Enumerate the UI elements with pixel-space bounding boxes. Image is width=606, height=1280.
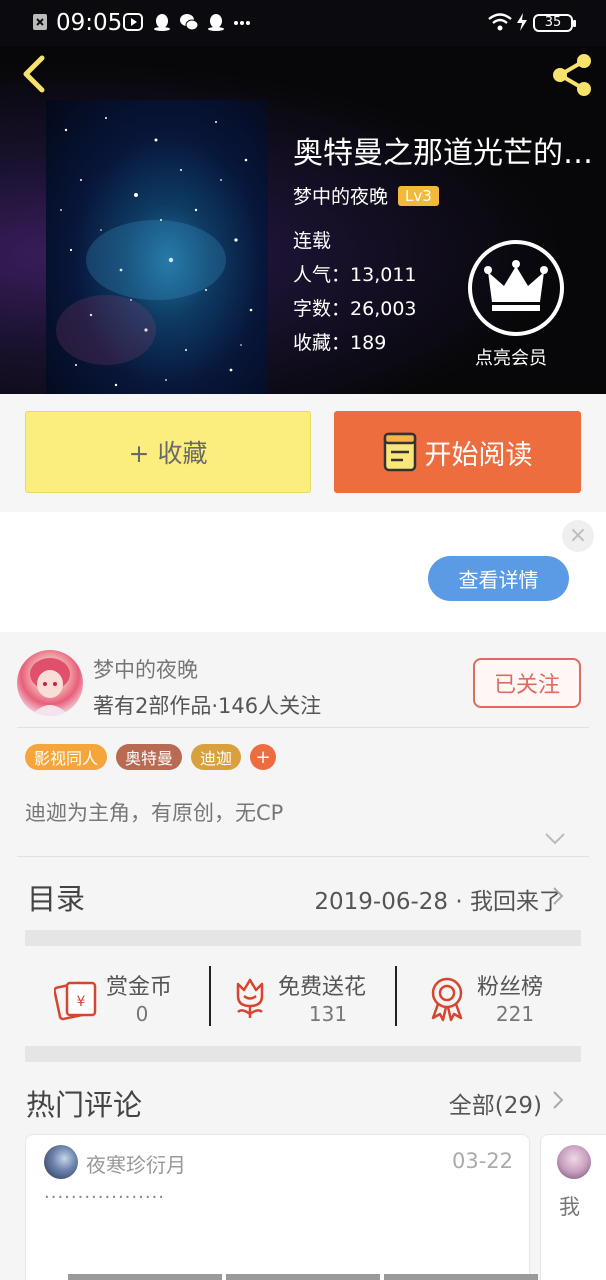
svg-text:¥: ¥ bbox=[77, 994, 86, 1010]
status-time: 09:05 bbox=[56, 10, 123, 36]
starfield-image bbox=[56, 117, 253, 387]
medal-icon bbox=[431, 977, 463, 1022]
tag-item[interactable]: 迪迦 bbox=[191, 744, 242, 770]
status-bar: 09:05 35 bbox=[0, 0, 606, 46]
vip-crown-button[interactable] bbox=[468, 240, 564, 336]
book-icon bbox=[383, 432, 416, 472]
book-title: 奥特曼之那道光芒的… bbox=[293, 136, 593, 171]
qq-icon-2 bbox=[208, 14, 224, 31]
latest-chapter: 2019-06-28 · 我回来了 bbox=[314, 889, 562, 915]
share-icon[interactable] bbox=[548, 52, 598, 98]
author-avatar[interactable] bbox=[17, 650, 83, 716]
pager-bar bbox=[68, 1274, 222, 1280]
video-app-icon bbox=[123, 13, 143, 31]
favorites-value: 189 bbox=[350, 332, 387, 354]
comment-card[interactable]: 我 bbox=[540, 1134, 606, 1280]
book-cover[interactable] bbox=[46, 100, 268, 394]
book-summary: 迪迦为主角，有原创，无CP bbox=[25, 801, 284, 825]
start-reading-label: 开始阅读 bbox=[424, 439, 533, 471]
book-status: 连载 bbox=[293, 230, 332, 252]
author-level-badge: Lv3 bbox=[398, 185, 439, 206]
catalog-title: 目录 bbox=[27, 882, 86, 916]
all-comments-link[interactable]: 全部(29) bbox=[449, 1086, 542, 1120]
favorites-row: 收藏：189 bbox=[293, 328, 386, 355]
popularity-row: 人气：13,011 bbox=[293, 260, 417, 287]
popularity-value: 13,011 bbox=[350, 264, 417, 286]
reward-flowers[interactable]: 免费送花 131 bbox=[228, 964, 388, 1030]
summary-divider bbox=[17, 856, 589, 857]
author-card: 梦中的夜晚 著有2部作品·146人关注 已关注 bbox=[0, 632, 606, 730]
hot-comments-header: 热门评论 全部(29) bbox=[0, 1062, 606, 1134]
qq-icon bbox=[154, 14, 170, 31]
commenter-avatar[interactable] bbox=[44, 1145, 78, 1179]
book-header: 奥特曼之那道光芒的… 梦中的夜晚 Lv3 连载 人气：13,011 字数：26,… bbox=[0, 46, 606, 394]
reward-separator bbox=[209, 966, 211, 1026]
comment-text: ·················· bbox=[44, 1187, 165, 1208]
book-author[interactable]: 梦中的夜晚 bbox=[293, 182, 388, 209]
reward-coins-value: 0 bbox=[135, 1002, 149, 1026]
popularity-label: 人气： bbox=[293, 264, 351, 286]
chevron-right-icon[interactable] bbox=[552, 1090, 564, 1110]
pager-bar bbox=[226, 1274, 380, 1280]
wifi-icon bbox=[488, 13, 512, 31]
wechat-icon bbox=[180, 14, 199, 31]
section-separator bbox=[25, 930, 581, 946]
ad-close-button[interactable]: × bbox=[562, 520, 594, 552]
commenter-avatar[interactable] bbox=[557, 1145, 591, 1179]
tag-item[interactable]: 奥特曼 bbox=[116, 744, 183, 770]
comment-pager-bars bbox=[68, 1274, 538, 1280]
more-notifications-icon bbox=[234, 21, 250, 25]
favorites-label: 收藏： bbox=[293, 332, 351, 354]
tag-item[interactable]: 影视同人 bbox=[25, 744, 108, 770]
following-button[interactable]: 已关注 bbox=[473, 658, 581, 708]
catalog-row[interactable]: 目录 2019-06-28 · 我回来了 bbox=[0, 858, 606, 930]
crown-icon bbox=[484, 260, 548, 311]
start-reading-button[interactable]: 开始阅读 bbox=[334, 411, 581, 493]
sim-card-icon bbox=[33, 14, 47, 30]
tag-list: 影视同人 奥特曼 迪迦 + bbox=[25, 744, 277, 770]
action-bar: + 收藏 开始阅读 bbox=[0, 394, 606, 512]
comment-text: 我 bbox=[559, 1195, 581, 1219]
charging-icon bbox=[517, 13, 527, 31]
add-tag-button[interactable]: + bbox=[250, 744, 277, 770]
rewards-row: ¥ 赏金币 0 免费送花 131 粉丝榜 221 bbox=[0, 946, 606, 1046]
flower-icon bbox=[236, 978, 264, 1018]
reward-flowers-label: 免费送花 bbox=[278, 975, 367, 1000]
hot-comments-title: 热门评论 bbox=[26, 1088, 143, 1122]
words-value: 26,003 bbox=[350, 298, 417, 320]
book-author-line: 梦中的夜晚 Lv3 bbox=[293, 182, 439, 209]
commenter-name[interactable]: 夜寒珍衍月 bbox=[86, 1149, 186, 1178]
reward-fans-value: 221 bbox=[495, 1002, 535, 1026]
view-details-button[interactable]: 查看详情 bbox=[428, 556, 569, 601]
novel-detail-page: 09:05 35 奥特曼之那道光芒的… 梦中的夜晚 Lv3 连载 人气：13,0… bbox=[0, 0, 606, 1280]
vip-label[interactable]: 点亮会员 bbox=[475, 344, 547, 370]
ad-banner: × 查看详情 bbox=[0, 512, 606, 632]
avatar-image bbox=[30, 658, 70, 716]
expand-chevron-icon[interactable] bbox=[544, 832, 566, 846]
reward-coins[interactable]: ¥ 赏金币 0 bbox=[50, 964, 200, 1030]
author-name[interactable]: 梦中的夜晚 bbox=[93, 654, 198, 684]
reward-fans[interactable]: 粉丝榜 221 bbox=[425, 964, 565, 1030]
red-envelope-icon: ¥ bbox=[54, 981, 97, 1021]
chevron-right-icon bbox=[553, 887, 564, 905]
words-label: 字数： bbox=[293, 298, 351, 320]
battery-indicator: 35 bbox=[533, 14, 576, 32]
comment-date: 03-22 bbox=[451, 1149, 513, 1173]
reward-flowers-value: 131 bbox=[308, 1002, 348, 1026]
section-separator bbox=[25, 1046, 581, 1062]
pager-bar bbox=[384, 1274, 538, 1280]
reward-separator bbox=[395, 966, 397, 1026]
word-count-row: 字数：26,003 bbox=[293, 294, 417, 321]
back-icon[interactable] bbox=[14, 52, 54, 96]
author-stats: 著有2部作品·146人关注 bbox=[93, 694, 322, 718]
author-divider bbox=[17, 727, 589, 728]
add-to-collection-button[interactable]: + 收藏 bbox=[25, 411, 311, 493]
reward-coins-label: 赏金币 bbox=[106, 975, 173, 1000]
reward-fans-label: 粉丝榜 bbox=[477, 975, 544, 1000]
comment-card[interactable]: 夜寒珍衍月 03-22 ·················· bbox=[25, 1134, 530, 1280]
